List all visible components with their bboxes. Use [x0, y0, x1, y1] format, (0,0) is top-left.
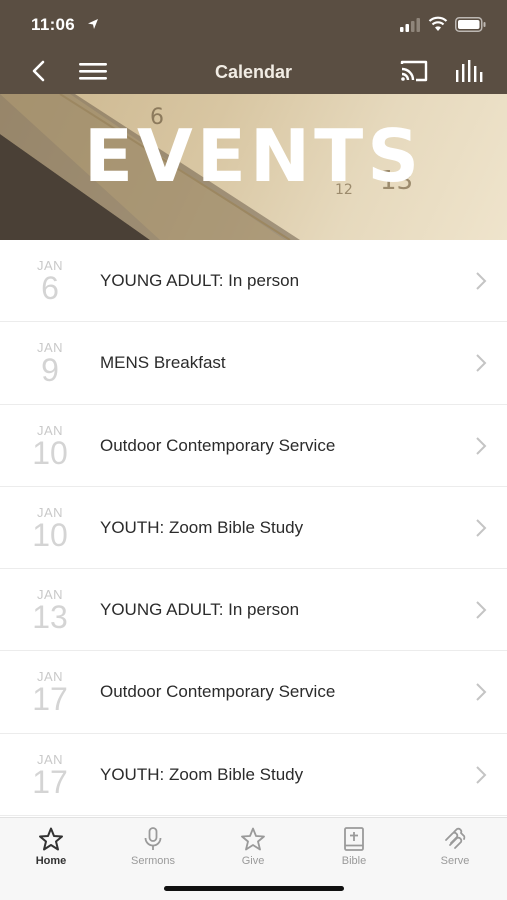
event-day: 6	[41, 270, 59, 306]
tab-label: Home	[35, 855, 67, 867]
event-row[interactable]: JAN 10 Outdoor Contemporary Service	[0, 404, 507, 487]
chevron-right-icon	[476, 354, 487, 373]
tab-home[interactable]: Home	[6, 826, 96, 867]
chevron-right-icon	[476, 766, 487, 784]
event-name: YOUTH: Zoom Bible Study	[100, 764, 304, 784]
chevron-right-icon	[476, 272, 487, 290]
tab-give[interactable]: Give	[208, 826, 298, 867]
cast-icon[interactable]	[398, 58, 430, 84]
event-name: YOUTH: Zoom Bible Study	[100, 517, 304, 537]
event-name: MENS Breakfast	[100, 353, 226, 373]
event-day: 17	[32, 763, 68, 800]
top-bar: 11:06 Calendar	[0, 0, 507, 94]
chevron-right-icon	[476, 601, 487, 619]
battery-icon	[455, 17, 486, 32]
event-day: 10	[32, 434, 68, 471]
home-indicator[interactable]	[164, 886, 344, 891]
bible-icon	[344, 827, 364, 851]
location-arrow-icon	[88, 19, 98, 29]
event-row[interactable]: JAN 17 YOUTH: Zoom Bible Study	[0, 733, 507, 817]
event-row[interactable]: JAN 10 YOUTH: Zoom Bible Study	[0, 486, 507, 570]
event-name: YOUNG ADULT: In person	[100, 600, 300, 620]
tab-label: Give	[241, 855, 265, 867]
serve-icon	[445, 827, 466, 849]
microphone-icon	[144, 827, 162, 850]
event-day: 17	[32, 681, 68, 718]
tab-sermons[interactable]: Sermons	[108, 826, 198, 867]
event-name: Outdoor Contemporary Service	[100, 435, 336, 455]
tab-serve[interactable]: Serve	[410, 826, 500, 867]
tab-bible[interactable]: Bible	[309, 826, 399, 867]
nav-bar: Calendar	[0, 50, 507, 94]
event-day: 10	[32, 516, 68, 553]
status-bar: 11:06	[0, 0, 507, 50]
event-name: Outdoor Contemporary Service	[100, 682, 336, 702]
tab-label: Serve	[440, 855, 470, 867]
event-name: YOUNG ADULT: In person	[100, 271, 300, 290]
star-outline-icon	[241, 827, 265, 851]
status-time: 11:06	[31, 15, 76, 34]
chevron-right-icon	[476, 683, 487, 702]
banner-title: EVENTS	[83, 114, 424, 198]
tab-label: Bible	[341, 855, 367, 867]
event-row[interactable]: JAN 13 YOUNG ADULT: In person	[0, 569, 507, 652]
chevron-right-icon	[476, 436, 487, 455]
page-title: Calendar	[214, 62, 293, 82]
event-row[interactable]: JAN 6 YOUNG ADULT: In person	[0, 240, 507, 323]
cellular-signal-icon	[400, 18, 420, 32]
event-row[interactable]: JAN 9 MENS Breakfast	[0, 322, 507, 405]
event-day: 9	[41, 352, 59, 389]
star-icon	[39, 827, 63, 851]
chevron-right-icon	[476, 519, 487, 537]
audio-bars-icon[interactable]	[453, 58, 485, 84]
event-row[interactable]: JAN 17 Outdoor Contemporary Service	[0, 651, 507, 734]
wifi-icon	[428, 16, 448, 31]
event-list: JAN 6 YOUNG ADULT: In person JAN 9 MENS …	[0, 240, 507, 817]
tab-label: Sermons	[130, 855, 176, 867]
events-banner: 6 13 12 EVENTS	[0, 94, 507, 240]
event-day: 13	[32, 599, 68, 636]
